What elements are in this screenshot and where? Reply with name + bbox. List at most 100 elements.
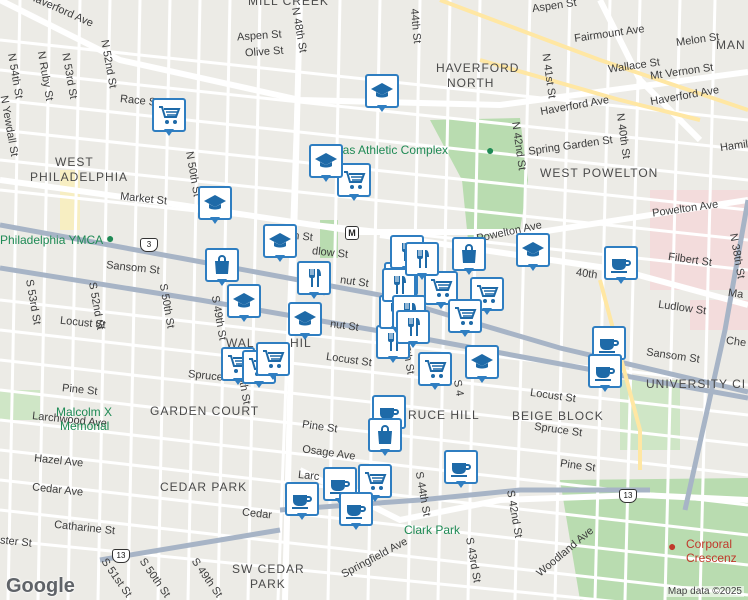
route-3-shield: 3 (140, 238, 158, 252)
google-logo: Google (6, 575, 75, 597)
map-marker-school[interactable] (198, 186, 232, 226)
coffee-icon (593, 359, 617, 383)
marker-pointer (417, 273, 427, 280)
marker-pointer (408, 341, 418, 348)
school-icon (232, 289, 256, 313)
map-marker-cart[interactable] (448, 299, 482, 339)
fork-icon (302, 266, 326, 290)
neighborhood-university-city: UNIVERSITY CI (646, 377, 747, 391)
school-icon (521, 238, 545, 262)
map-marker-school[interactable] (516, 233, 550, 273)
map-marker-school[interactable] (309, 144, 343, 184)
neighborhood-west-philadelphia: WEST (55, 155, 94, 169)
neighborhood-haverford-north-2: NORTH (447, 76, 495, 90)
map-marker-fork[interactable] (297, 261, 331, 301)
marker-pointer (616, 277, 626, 284)
marker-pointer (300, 333, 310, 340)
marker-pointer (210, 217, 220, 224)
marker-pointer (528, 264, 538, 271)
poi-philadelphia-ymca[interactable]: Philadelphia YMCA (0, 233, 103, 247)
poi-clark-park[interactable]: Clark Park (404, 523, 460, 537)
marker-pointer (460, 330, 470, 337)
marker-pointer (600, 385, 610, 392)
school-icon (203, 191, 227, 215)
marker-pointer (464, 268, 474, 275)
cart-icon (342, 168, 366, 192)
marker-pointer (349, 194, 359, 201)
neighborhood-haverford-north: HAVERFORD (436, 61, 520, 75)
marker-pointer (436, 302, 446, 309)
marker-pointer (430, 383, 440, 390)
bag-icon (210, 253, 234, 277)
marker-pointer (482, 308, 492, 315)
map-marker-bag[interactable] (205, 248, 239, 288)
map-marker-coffee[interactable] (444, 450, 478, 490)
street-s-4: S 4 (450, 378, 466, 398)
marker-pointer (377, 105, 387, 112)
map-marker-school[interactable] (365, 74, 399, 114)
hospital-pin-icon: ● (668, 538, 677, 554)
street-larc: Larc (297, 468, 320, 484)
metro-station-icon[interactable]: M (345, 226, 359, 240)
school-icon (370, 79, 394, 103)
map-marker-fork[interactable] (405, 242, 439, 282)
map-marker-cart[interactable] (256, 342, 290, 382)
cart-icon (261, 347, 285, 371)
marker-pointer (477, 376, 487, 383)
marker-pointer (254, 381, 264, 388)
school-icon (470, 350, 494, 374)
marker-pointer (268, 373, 278, 380)
map-canvas[interactable]: HAVERFORD NORTH WEST PHILADELPHIA WEST P… (0, 0, 748, 600)
neighborhood-spruce-hill: RUCE HILL (408, 408, 480, 422)
cart-icon (157, 103, 181, 127)
neighborhood-mill-creek: MILL CREEK (248, 0, 329, 8)
fork-icon (401, 315, 425, 339)
coffee-icon (449, 455, 473, 479)
school-icon (314, 149, 338, 173)
neighborhood-sw-cedar-park-2: PARK (250, 577, 286, 591)
bag-icon (373, 423, 397, 447)
marker-pointer (275, 255, 285, 262)
map-marker-coffee[interactable] (285, 482, 319, 522)
cart-icon (363, 469, 387, 493)
poi-malcolm-x-memorial[interactable]: Malcolm X (56, 405, 112, 419)
cart-icon (453, 304, 477, 328)
poi-corporal-crescenz[interactable]: Corporal (686, 537, 732, 551)
coffee-icon (597, 331, 621, 355)
bag-icon (457, 242, 481, 266)
route-13-shield-east: 13 (619, 489, 637, 503)
map-attribution[interactable]: Map data ©2025 (665, 586, 744, 597)
marker-pointer (456, 481, 466, 488)
map-marker-school[interactable] (227, 284, 261, 324)
map-marker-coffee[interactable] (604, 246, 638, 286)
marker-pointer (321, 175, 331, 182)
map-marker-fork[interactable] (396, 310, 430, 350)
neighborhood-beige-block: BEIGE BLOCK (512, 409, 604, 423)
map-marker-cart[interactable] (152, 98, 186, 138)
map-marker-cart[interactable] (418, 352, 452, 392)
map-marker-bag[interactable] (368, 418, 402, 458)
neighborhood-cedar-park: CEDAR PARK (160, 480, 248, 494)
neighborhood-west-powelton: WEST POWELTON (540, 166, 659, 180)
map-marker-coffee[interactable] (588, 354, 622, 394)
school-icon (268, 229, 292, 253)
cart-icon (423, 357, 447, 381)
marker-pointer (351, 523, 361, 530)
fork-icon (410, 247, 434, 271)
poi-corporal-crescenz-2: Crescenz (686, 551, 737, 565)
marker-pointer (164, 129, 174, 136)
athletic-pin-icon: ● (486, 142, 495, 158)
poi-malcolm-x-memorial-2: Memorial (60, 419, 110, 433)
ymca-pin-icon: ● (106, 230, 115, 246)
map-marker-coffee[interactable] (339, 492, 373, 532)
map-marker-school[interactable] (263, 224, 297, 264)
marker-pointer (239, 315, 249, 322)
neighborhood-west-philadelphia-2: PHILADELPHIA (30, 170, 129, 184)
marker-pointer (217, 279, 227, 286)
school-icon (293, 307, 317, 331)
map-marker-school[interactable] (465, 345, 499, 385)
poi-athletic-complex[interactable]: Athletic Complex (358, 143, 448, 157)
map-marker-school[interactable] (288, 302, 322, 342)
coffee-icon (290, 487, 314, 511)
neighborhood-mantua: MAN (716, 38, 746, 52)
